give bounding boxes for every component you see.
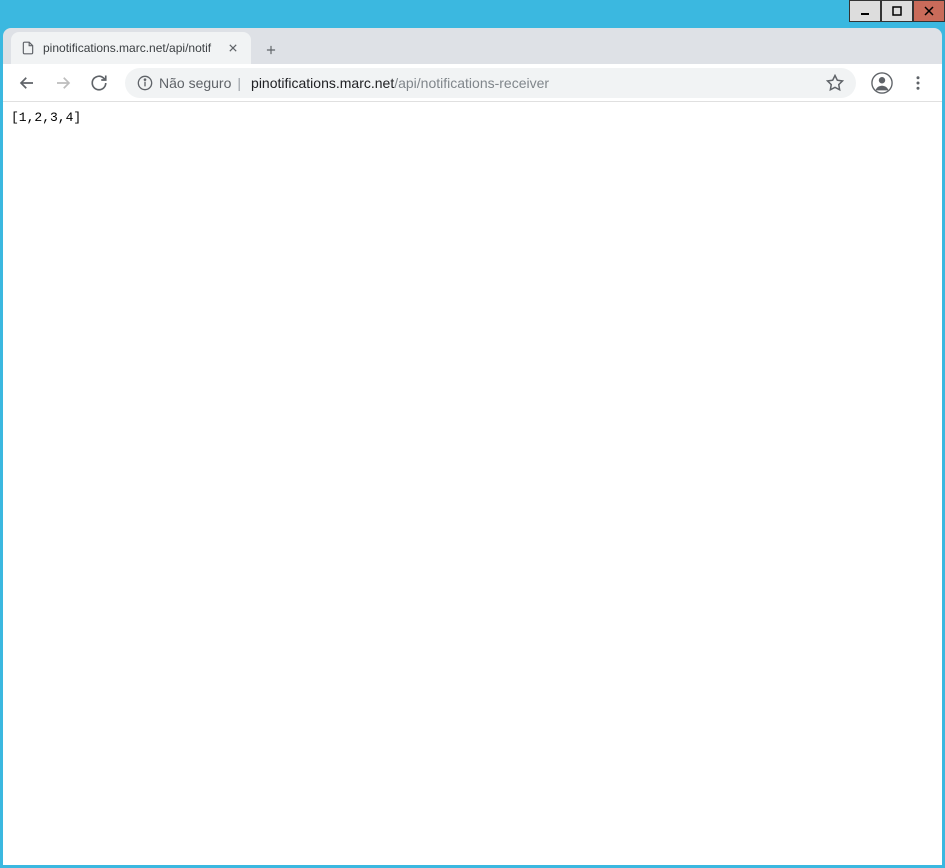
browser-menu-button[interactable]: [902, 67, 934, 99]
address-bar[interactable]: Não seguro | pinotifications.marc.net/ap…: [125, 68, 856, 98]
maximize-icon: [892, 6, 902, 16]
security-label: Não seguro: [159, 75, 231, 91]
user-icon: [871, 72, 893, 94]
close-icon: [924, 6, 934, 16]
plus-icon: [264, 43, 278, 57]
arrow-right-icon: [54, 74, 72, 92]
browser-chrome: pinotifications.marc.net/api/notif: [3, 28, 942, 865]
tab-title: pinotifications.marc.net/api/notif: [43, 41, 217, 55]
reload-button[interactable]: [83, 67, 115, 99]
back-button[interactable]: [11, 67, 43, 99]
os-window-frame: pinotifications.marc.net/api/notif: [0, 0, 945, 868]
arrow-left-icon: [18, 74, 36, 92]
info-icon: [137, 75, 153, 91]
url-path: /api/notifications-receiver: [394, 75, 549, 91]
browser-tab-active[interactable]: pinotifications.marc.net/api/notif: [11, 32, 251, 64]
tab-close-button[interactable]: [225, 40, 241, 56]
url-display[interactable]: pinotifications.marc.net/api/notificatio…: [251, 75, 816, 91]
page-icon: [21, 41, 35, 55]
forward-button[interactable]: [47, 67, 79, 99]
new-tab-button[interactable]: [257, 36, 285, 64]
star-icon: [826, 74, 844, 92]
page-content: [1,2,3,4]: [3, 102, 942, 865]
bookmark-button[interactable]: [826, 74, 844, 92]
security-indicator[interactable]: Não seguro |: [137, 75, 241, 91]
maximize-button[interactable]: [881, 0, 913, 22]
minimize-button[interactable]: [849, 0, 881, 22]
reload-icon: [90, 74, 108, 92]
url-host: pinotifications.marc.net: [251, 75, 394, 91]
separator: |: [237, 75, 241, 91]
minimize-icon: [860, 6, 870, 16]
response-body-text: [1,2,3,4]: [11, 110, 81, 125]
tab-strip: pinotifications.marc.net/api/notif: [3, 28, 942, 64]
kebab-icon: [909, 74, 927, 92]
close-button[interactable]: [913, 0, 945, 22]
window-controls: [849, 0, 945, 22]
profile-button[interactable]: [866, 67, 898, 99]
browser-toolbar: Não seguro | pinotifications.marc.net/ap…: [3, 64, 942, 102]
close-icon: [229, 44, 237, 52]
window-titlebar: [0, 0, 945, 24]
